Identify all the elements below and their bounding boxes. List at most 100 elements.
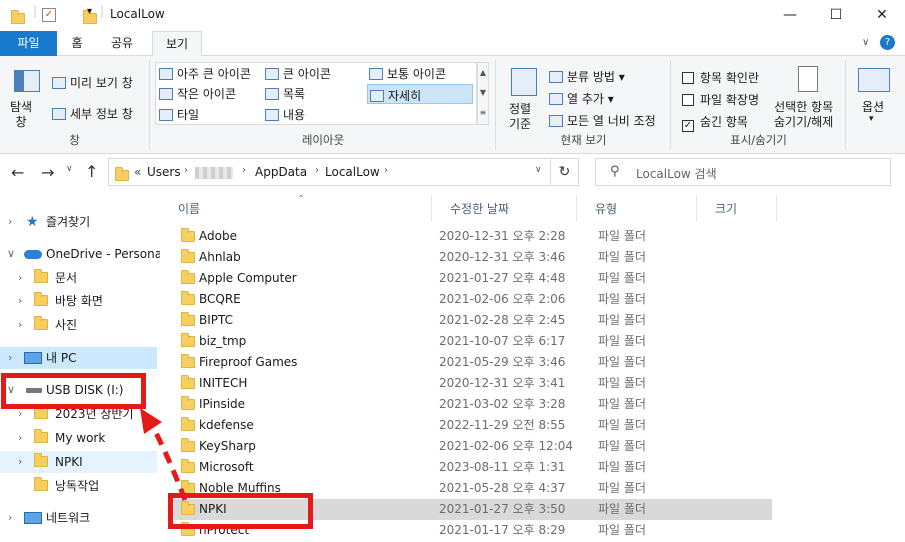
chevron-right-icon[interactable]: › (18, 290, 22, 312)
sidebar-item-desktop[interactable]: › 바탕 화면 (0, 290, 157, 312)
column-header-size[interactable]: 크기 (697, 196, 777, 222)
group-label: 표시/숨기기 (730, 133, 787, 147)
layout-content[interactable]: 내용 (265, 106, 305, 123)
checkbox-checked[interactable]: ✓ (682, 120, 694, 132)
back-arrow-icon[interactable]: ← (11, 163, 24, 182)
chevron-right-icon[interactable]: › (18, 267, 22, 289)
hidden-items-toggle[interactable]: ✓ 숨긴 항목 (682, 113, 748, 132)
maximize-button[interactable]: ☐ (813, 0, 859, 31)
sidebar-item-quick-access[interactable]: › ★ 즐겨찾기 (0, 211, 157, 233)
table-row[interactable]: Apple Computer 2021-01-27 오후 4:48 파일 폴더 (174, 268, 772, 289)
options-button[interactable]: 옵션 (862, 98, 884, 115)
chevron-right-icon[interactable]: › (315, 165, 319, 176)
nav-pane-icon (14, 70, 40, 92)
table-row[interactable]: Adobe 2020-12-31 오후 2:28 파일 폴더 (174, 226, 772, 247)
up-arrow-icon[interactable]: ↑ (85, 162, 98, 181)
layout-details[interactable]: 자세히 (367, 84, 473, 104)
layout-large[interactable]: 큰 아이콘 (265, 65, 331, 82)
table-row[interactable]: IPinside 2021-03-02 오후 3:28 파일 폴더 (174, 394, 772, 415)
table-row[interactable]: KeySharp 2021-02-06 오후 12:04 파일 폴더 (174, 436, 772, 457)
nav-pane-button[interactable]: 탐색 창 (10, 100, 32, 130)
checkbox[interactable] (682, 94, 694, 106)
checkbox[interactable] (682, 72, 694, 84)
tab-view[interactable]: 보기 (152, 31, 202, 57)
sidebar-item-onedrive[interactable]: ∨ OneDrive - Personal (0, 243, 165, 265)
fit-columns-button[interactable]: 모든 열 너비 조정 (549, 112, 656, 129)
folder-icon (181, 354, 195, 368)
table-row[interactable]: BIPTC 2021-02-28 오후 2:45 파일 폴더 (174, 310, 772, 331)
sidebar-item-documents[interactable]: › 문서 (0, 267, 157, 289)
sort-by-button[interactable]: 정렬 기준 (509, 102, 531, 132)
chevron-right-icon[interactable]: › (242, 165, 246, 176)
refresh-button[interactable]: ↻ (551, 158, 579, 186)
file-type: 파일 폴더 (598, 271, 646, 285)
file-type: 파일 폴더 (598, 502, 646, 516)
collapse-ribbon-icon[interactable]: ∨ (862, 37, 869, 48)
chevron-down-icon[interactable]: ∨ (7, 243, 15, 265)
layout-list[interactable]: 목록 (265, 85, 305, 102)
tab-share[interactable]: 공유 (104, 31, 140, 56)
preview-pane-button[interactable]: 미리 보기 창 (52, 74, 133, 91)
chevron-right-icon[interactable]: › (18, 314, 22, 336)
chevron-right-icon[interactable]: › (8, 507, 12, 529)
chevron-right-icon[interactable]: › (384, 165, 388, 176)
sidebar-item-this-pc[interactable]: › 내 PC (0, 347, 157, 369)
column-header-date[interactable]: 수정한 날짜 (432, 196, 577, 222)
overflow-crumb[interactable]: « (134, 165, 141, 179)
recent-locations-icon[interactable]: ∨ (66, 164, 73, 174)
properties-icon[interactable]: ✓ (42, 8, 56, 22)
chevron-down-icon[interactable]: ∨ (535, 165, 542, 175)
file-date: 2021-01-27 오후 4:48 (439, 271, 566, 285)
tab-home[interactable]: 홈 (62, 31, 92, 56)
address-bar[interactable]: « Users › › AppData › LocalLow › ∨ (108, 158, 551, 186)
chevron-right-icon[interactable]: › (18, 427, 22, 449)
sidebar-item-pictures[interactable]: › 사진 (0, 314, 157, 336)
group-by-button[interactable]: 분류 방법 ▾ (549, 68, 625, 85)
item-check-boxes-toggle[interactable]: 항목 확인란 (682, 69, 759, 86)
chevron-right-icon[interactable]: › (18, 451, 22, 473)
table-row[interactable]: Ahnlab 2020-12-31 오후 3:46 파일 폴더 (174, 247, 772, 268)
forward-arrow-icon[interactable]: → (41, 163, 54, 182)
layout-extra-large[interactable]: 아주 큰 아이콘 (159, 65, 251, 82)
chevron-right-icon[interactable]: › (184, 165, 188, 176)
quick-access-dropdown-icon[interactable]: ▾ (87, 6, 92, 17)
folder-icon (181, 291, 195, 305)
gallery-scroll[interactable]: ▲ ▼ ≡ (477, 62, 489, 125)
breadcrumb-appdata[interactable]: AppData (255, 165, 307, 179)
layout-small[interactable]: 작은 아이콘 (159, 85, 236, 102)
close-button[interactable]: ✕ (859, 0, 905, 31)
sidebar-item-network[interactable]: › 네트워크 (0, 507, 157, 529)
chevron-right-icon[interactable]: › (8, 347, 12, 369)
breadcrumb-locallow[interactable]: LocalLow (325, 165, 380, 179)
table-row[interactable]: biz_tmp 2021-10-07 오후 6:17 파일 폴더 (174, 331, 772, 352)
file-date: 2020-12-31 오후 3:41 (439, 376, 566, 390)
chevron-right-icon[interactable]: › (8, 211, 12, 233)
folder-icon (181, 249, 195, 263)
options-icon (858, 68, 890, 92)
medium-icons-icon (369, 68, 383, 80)
tab-file[interactable]: 파일 (0, 31, 57, 56)
toolbar-separator: | (33, 4, 38, 18)
table-row[interactable]: BCQRE 2021-02-06 오후 2:06 파일 폴더 (174, 289, 772, 310)
hide-selected-button[interactable]: 선택한 항목 숨기기/해제 (774, 100, 833, 130)
details-pane-button[interactable]: 세부 정보 창 (52, 105, 133, 122)
table-row[interactable]: Microsoft 2023-08-11 오후 1:31 파일 폴더 (174, 457, 772, 478)
file-type: 파일 폴더 (598, 229, 646, 243)
layout-medium[interactable]: 보통 아이콘 (369, 65, 446, 82)
column-header-name[interactable]: 이름 (160, 196, 432, 222)
layout-tiles[interactable]: 타일 (159, 106, 199, 123)
table-row[interactable]: Fireproof Games 2021-05-29 오후 3:46 파일 폴더 (174, 352, 772, 373)
table-row[interactable]: kdefense 2022-11-29 오전 8:55 파일 폴더 (174, 415, 772, 436)
add-columns-button[interactable]: 열 추가 ▾ (549, 90, 614, 107)
file-type: 파일 폴더 (598, 292, 646, 306)
minimize-button[interactable]: — (767, 0, 813, 31)
file-extensions-toggle[interactable]: 파일 확장명 (682, 91, 759, 108)
table-row[interactable]: INITECH 2020-12-31 오후 3:41 파일 폴더 (174, 373, 772, 394)
help-icon[interactable]: ? (880, 35, 895, 50)
column-header-type[interactable]: 유형 (577, 196, 697, 222)
options-dropdown-icon[interactable]: ▾ (869, 114, 874, 124)
file-list: ⌃ 이름 수정한 날짜 유형 크기 Adobe 2020-12-31 오후 2:2… (160, 194, 905, 542)
file-name: Adobe (199, 229, 237, 243)
breadcrumb-users[interactable]: Users (147, 165, 181, 179)
search-input[interactable]: ⚲ LocalLow 검색 (595, 158, 891, 186)
